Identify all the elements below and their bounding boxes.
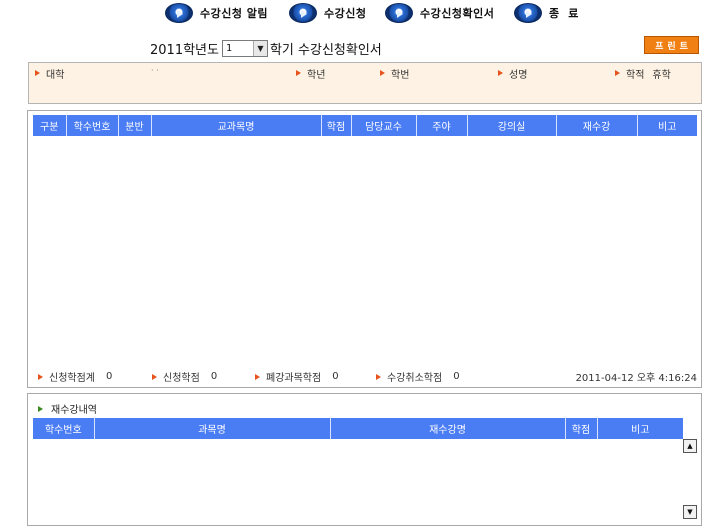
nav-confirmation-label: 수강신청확인서: [420, 7, 495, 20]
col-remarks[interactable]: 비고: [637, 115, 697, 136]
bullet-arrow-icon: [152, 373, 157, 380]
bullet-arrow-icon: [498, 70, 503, 76]
status-field: 학적 휴학: [615, 66, 671, 81]
grade-label: 학년: [307, 69, 326, 81]
print-button[interactable]: 프린트: [644, 36, 699, 54]
retake-col-credits[interactable]: 학점: [565, 418, 598, 439]
bullet-arrow-icon: [380, 70, 385, 76]
col-classroom[interactable]: 강의실: [467, 115, 557, 136]
student-no-field: 학번: [380, 66, 410, 81]
nav-exit-button[interactable]: 종 료: [514, 2, 579, 24]
retake-col-course-code[interactable]: 학수번호: [33, 418, 95, 439]
nav-register-button[interactable]: 수강신청: [289, 2, 366, 24]
col-course-name[interactable]: 교과목명: [151, 115, 322, 136]
col-section[interactable]: 분반: [118, 115, 152, 136]
registered-total-label: 신청학점계: [49, 373, 95, 384]
bullet-arrow-icon: [296, 70, 301, 76]
registered-value: 0: [210, 371, 218, 382]
scroll-up-button[interactable]: ▲: [683, 439, 697, 453]
chevron-down-icon[interactable]: ▼: [252, 40, 267, 56]
col-retake[interactable]: 재수강: [556, 115, 638, 136]
retake-table-header: 학수번호 과목명 재수강명 학점 비고: [33, 418, 683, 439]
status-label: 학적: [626, 69, 645, 81]
bullet-arrow-icon: [38, 373, 43, 380]
retake-panel: 재수강내역 학수번호 과목명 재수강명 학점 비고 ▲ ▼: [27, 393, 702, 526]
credit-totals: 신청학점계 0 신청학점 0 폐강과목학점 0 수강취소학점 0 2011-04…: [28, 367, 701, 385]
semester-value: 1: [225, 42, 232, 54]
page-title: 2011학년도 1 ▼ 학기 수강신청확인서: [150, 38, 382, 58]
bullet-arrow-icon: [255, 373, 260, 380]
course-list-panel: 구분 학수번호 분반 교과목명 학점 담당교수 주야 강의실 재수강 비고 신청…: [27, 110, 702, 388]
col-day-night[interactable]: 주야: [416, 115, 468, 136]
col-course-code[interactable]: 학수번호: [66, 115, 119, 136]
year-label: 2011학년도: [150, 42, 219, 58]
name-label: 성명: [509, 69, 528, 81]
status-value: 휴학: [652, 69, 671, 81]
cancelled-value: 0: [453, 371, 460, 382]
nav-notice-label: 수강신청 알림: [200, 7, 269, 20]
closed-label: 폐강과목학점: [266, 373, 322, 384]
arrow-circle-icon: [165, 3, 193, 23]
closed-value: 0: [332, 371, 339, 382]
retake-table: 학수번호 과목명 재수강명 학점 비고: [33, 418, 683, 439]
registered-label: 신청학점: [163, 373, 200, 384]
name-field: 성명: [498, 66, 528, 81]
retake-col-course-name[interactable]: 과목명: [94, 418, 331, 439]
timestamp: 2011-04-12 오후 4:16:24: [575, 373, 697, 384]
col-category[interactable]: 구분: [33, 115, 67, 136]
retake-col-retake-name[interactable]: 재수강명: [330, 418, 566, 439]
col-credits[interactable]: 학점: [321, 115, 352, 136]
nav-exit-label: 종 료: [549, 7, 579, 20]
bullet-arrow-icon: [35, 70, 40, 76]
cancelled-credits: 수강취소학점 0: [376, 369, 460, 384]
scroll-down-button[interactable]: ▼: [683, 505, 697, 519]
registered-credits: 신청학점 0: [152, 369, 217, 384]
grade-field: 학년: [296, 66, 326, 81]
top-nav: 수강신청 알림 수강신청 수강신청확인서 종 료: [0, 2, 720, 24]
college-label: 대학: [46, 69, 65, 81]
closed-credits: 폐강과목학점 0: [255, 369, 339, 384]
arrow-circle-icon: [289, 3, 317, 23]
bullet-arrow-icon: [615, 70, 620, 76]
registered-total: 신청학점계 0: [38, 369, 112, 384]
course-table: 구분 학수번호 분반 교과목명 학점 담당교수 주야 강의실 재수강 비고: [33, 115, 697, 136]
nav-confirmation-button[interactable]: 수강신청확인서: [385, 2, 494, 24]
college-field: 대학: [35, 66, 65, 81]
retake-title-label: 재수강내역: [51, 405, 97, 416]
col-professor[interactable]: 담당교수: [351, 115, 417, 136]
student-no-label: 학번: [391, 69, 410, 81]
arrow-circle-icon: [514, 3, 542, 23]
student-info-panel: 대학 · · 학년 학번 성명 학적 휴학: [28, 62, 702, 104]
college-value: · ·: [151, 65, 159, 75]
nav-register-label: 수강신청: [324, 7, 367, 20]
cancelled-label: 수강취소학점: [387, 373, 443, 384]
registered-total-value: 0: [106, 371, 113, 382]
bullet-arrow-icon: [38, 405, 43, 412]
arrow-circle-icon: [385, 3, 413, 23]
retake-title: 재수강내역: [38, 401, 97, 416]
course-table-header: 구분 학수번호 분반 교과목명 학점 담당교수 주야 강의실 재수강 비고: [33, 115, 697, 136]
nav-notice-button[interactable]: 수강신청 알림: [165, 2, 268, 24]
title-suffix: 학기 수강신청확인서: [269, 42, 382, 58]
semester-select[interactable]: 1 ▼: [221, 39, 268, 57]
bullet-arrow-icon: [376, 373, 381, 380]
retake-col-remarks[interactable]: 비고: [597, 418, 683, 439]
